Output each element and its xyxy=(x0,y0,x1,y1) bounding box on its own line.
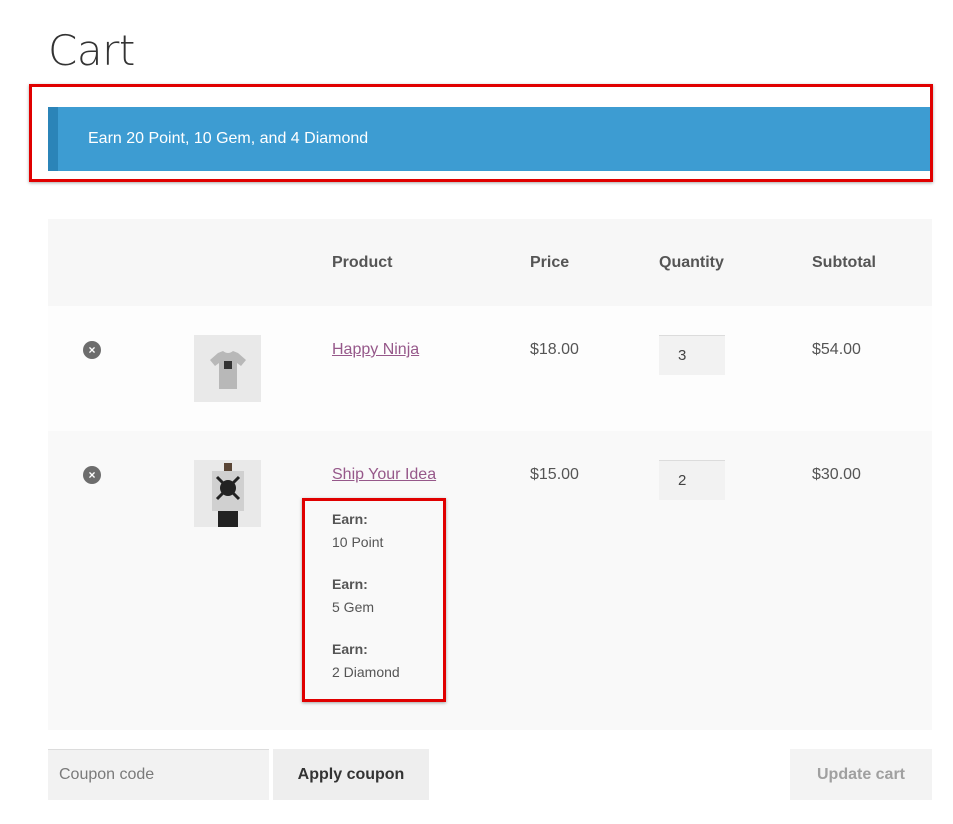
price: $18.00 xyxy=(530,341,579,358)
tshirt-icon[interactable] xyxy=(194,335,261,402)
apply-coupon-button[interactable]: Apply coupon xyxy=(273,749,429,800)
poster-icon[interactable] xyxy=(194,460,261,527)
cart-table: Product Price Quantity Subtotal × Happy … xyxy=(48,219,932,730)
highlight-box-notice xyxy=(29,84,933,182)
header-price: Price xyxy=(530,254,570,271)
table-header: Product Price Quantity Subtotal xyxy=(48,219,932,306)
coupon-code-input[interactable] xyxy=(48,749,269,800)
page-title: Cart xyxy=(48,26,135,75)
update-cart-button[interactable]: Update cart xyxy=(790,749,932,800)
header-quantity: Quantity xyxy=(659,254,724,271)
highlight-box-earn xyxy=(302,498,446,702)
subtotal: $54.00 xyxy=(812,341,861,358)
table-row: × Ship Your Idea $15.00 $30.00 Earn: 10 … xyxy=(48,431,932,730)
header-subtotal: Subtotal xyxy=(812,254,876,271)
remove-item-icon[interactable]: × xyxy=(83,466,101,484)
remove-item-icon[interactable]: × xyxy=(83,341,101,359)
quantity-input[interactable] xyxy=(659,460,725,500)
quantity-input[interactable] xyxy=(659,335,725,375)
product-link[interactable]: Happy Ninja xyxy=(332,341,419,359)
price: $15.00 xyxy=(530,466,579,483)
header-product: Product xyxy=(332,254,393,271)
subtotal: $30.00 xyxy=(812,466,861,483)
product-link[interactable]: Ship Your Idea xyxy=(332,466,436,484)
table-row: × Happy Ninja $18.00 $54.00 xyxy=(48,306,932,431)
